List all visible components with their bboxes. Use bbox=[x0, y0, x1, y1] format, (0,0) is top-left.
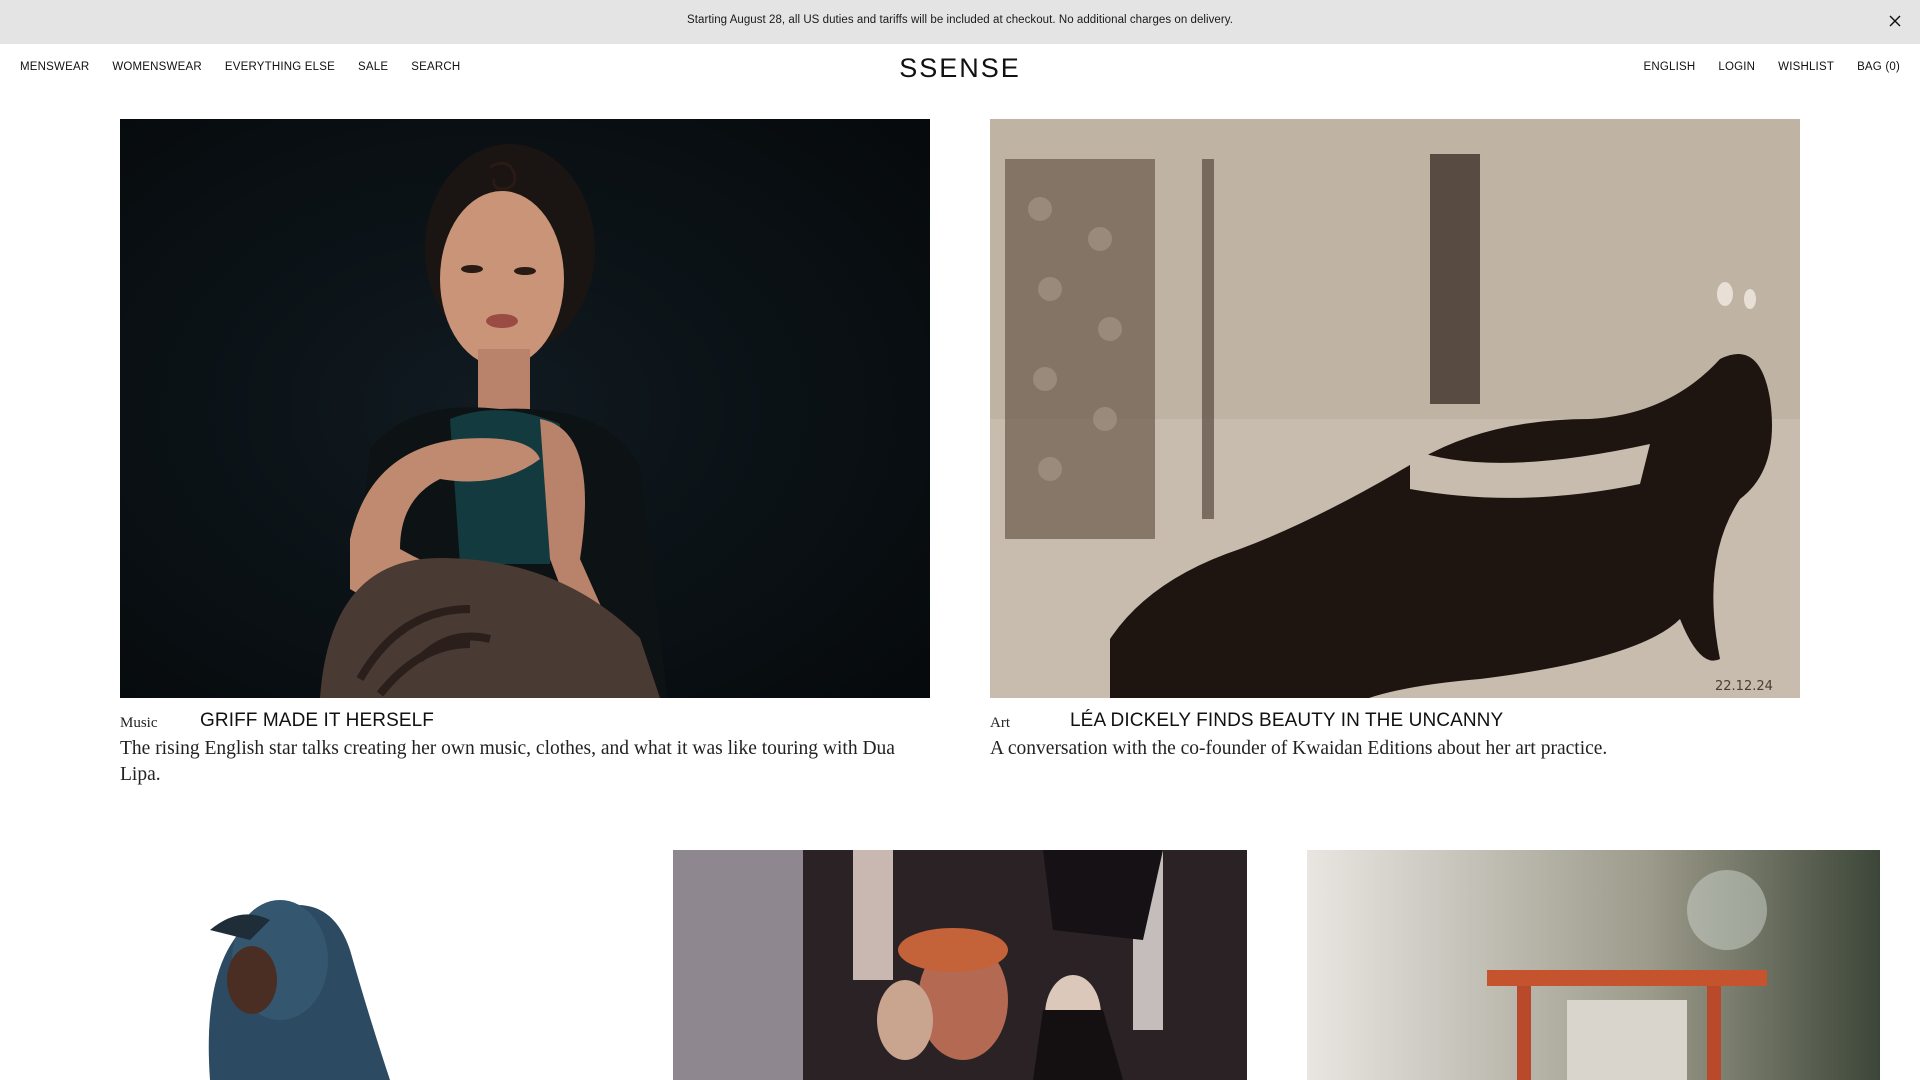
nav-language[interactable]: ENGLISH bbox=[1643, 61, 1695, 73]
feature-headline[interactable]: LÉA DICKELY FINDS BEAUTY IN THE UNCANNY bbox=[1070, 710, 1503, 732]
image-handwritten-date: 22.12.24 bbox=[1715, 679, 1773, 694]
article-tile-image[interactable] bbox=[673, 850, 1247, 1080]
nav-wishlist[interactable]: WISHLIST bbox=[1778, 61, 1834, 73]
feature-meta: Art LÉA DICKELY FINDS BEAUTY IN THE UNCA… bbox=[990, 710, 1800, 734]
feature-card: Music GRIFF MADE IT HERSELF The rising E… bbox=[120, 119, 930, 788]
feature-image[interactable] bbox=[120, 119, 930, 698]
main-nav: MENSWEAR WOMENSWEAR EVERYTHING ELSE SALE… bbox=[0, 44, 1920, 92]
feature-meta: Music GRIFF MADE IT HERSELF bbox=[120, 710, 930, 734]
site-logo[interactable]: SSENSE bbox=[899, 53, 1021, 83]
feature-card: 22.12.24 Art LÉA DICKELY FINDS BEAUTY IN… bbox=[990, 119, 1800, 762]
feature-category: Art bbox=[990, 715, 1010, 731]
nav-right: ENGLISH LOGIN WISHLIST BAG (0) bbox=[1620, 61, 1900, 73]
banner-text: Starting August 28, all US duties and ta… bbox=[687, 14, 1233, 26]
article-tile-image[interactable] bbox=[120, 850, 695, 1080]
feature-description: A conversation with the co-founder of Kw… bbox=[990, 738, 1608, 759]
announcement-banner: Starting August 28, all US duties and ta… bbox=[0, 0, 1920, 44]
feature-headline[interactable]: GRIFF MADE IT HERSELF bbox=[200, 710, 434, 732]
feature-image[interactable]: 22.12.24 bbox=[990, 119, 1800, 698]
nav-bag[interactable]: BAG (0) bbox=[1857, 61, 1900, 73]
nav-login[interactable]: LOGIN bbox=[1718, 61, 1755, 73]
article-tile-image[interactable] bbox=[1307, 850, 1880, 1080]
feature-description: The rising English star talks creating h… bbox=[120, 738, 895, 785]
feature-category: Music bbox=[120, 715, 158, 731]
close-icon[interactable] bbox=[1884, 10, 1906, 32]
